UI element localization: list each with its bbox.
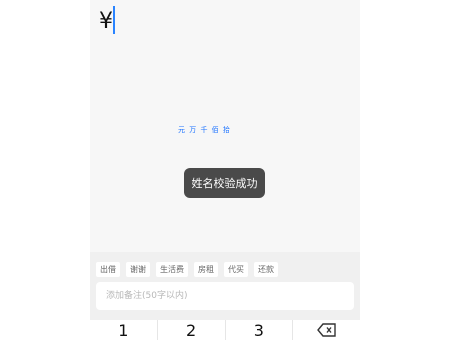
backspace-icon[interactable] [293, 320, 360, 340]
tag-chip[interactable]: 代买 [224, 262, 248, 277]
key-3[interactable]: 3 [226, 320, 294, 340]
amount-input-cursor[interactable] [113, 6, 115, 34]
key-2[interactable]: 2 [158, 320, 226, 340]
toast-message: 姓名校验成功 [184, 168, 265, 198]
key-1[interactable]: 1 [90, 320, 158, 340]
numeric-keypad: 1 2 3 [90, 320, 360, 340]
currency-symbol: ¥ [99, 9, 113, 34]
backspace-glyph [316, 323, 336, 337]
tag-chip[interactable]: 出借 [96, 262, 120, 277]
tag-chip[interactable]: 还款 [254, 262, 278, 277]
amount-card: ¥ 元 万 千 佰 拾 [90, 0, 360, 145]
tag-chip[interactable]: 生活费 [156, 262, 188, 277]
tag-chip[interactable]: 谢谢 [126, 262, 150, 277]
transfer-screen: ¥ 元 万 千 佰 拾 姓名校验成功 出借 谢谢 生活费 房租 代买 还款 添加… [90, 0, 360, 340]
tag-chip[interactable]: 房租 [194, 262, 218, 277]
amount-unit-hint: 元 万 千 佰 拾 [178, 126, 231, 134]
purpose-tags: 出借 谢谢 生活费 房租 代买 还款 [96, 262, 278, 277]
remark-input[interactable]: 添加备注(50字以内) [96, 282, 354, 310]
